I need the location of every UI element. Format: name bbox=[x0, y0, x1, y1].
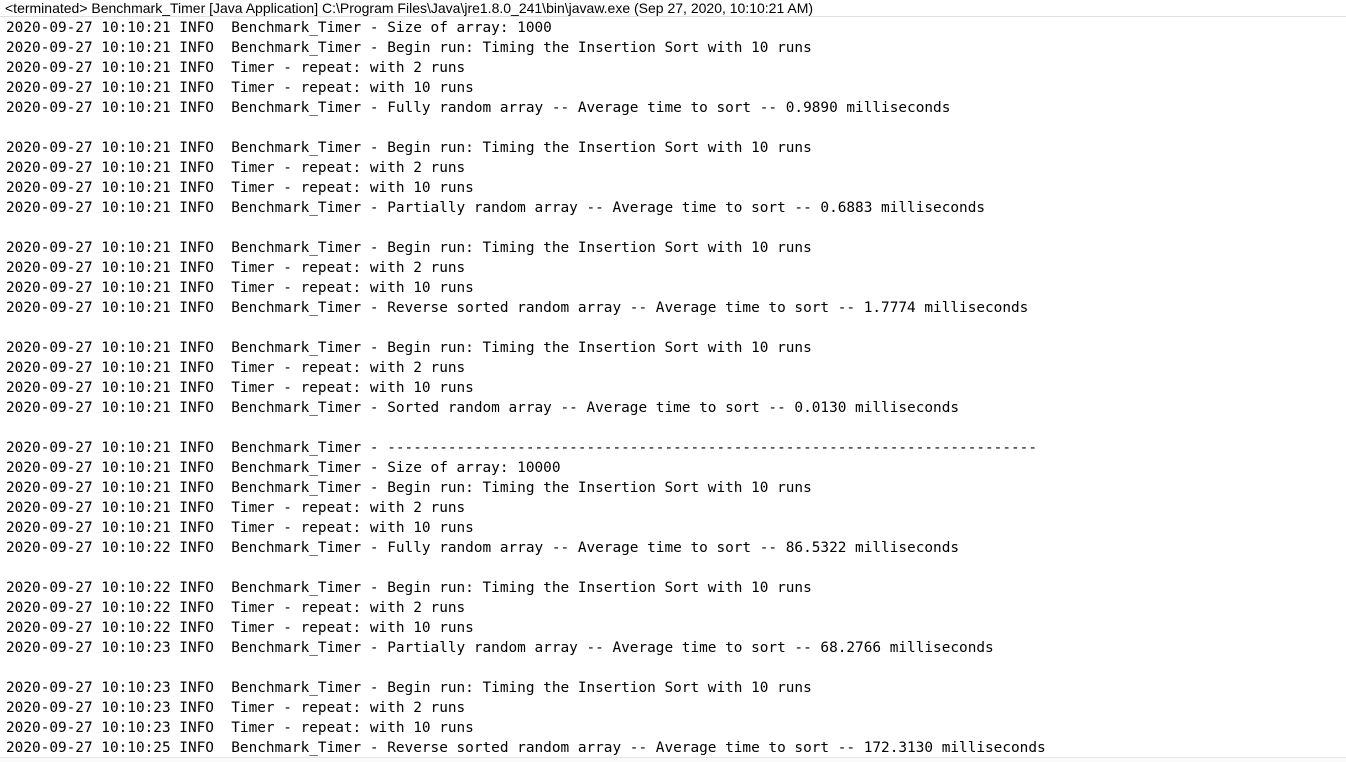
console-line: 2020-09-27 10:10:23 INFO Benchmark_Timer… bbox=[6, 680, 812, 696]
horizontal-scrollbar[interactable] bbox=[0, 757, 1346, 762]
console-line: 2020-09-27 10:10:21 INFO Timer - repeat:… bbox=[6, 500, 466, 516]
console-line: 2020-09-27 10:10:25 INFO Benchmark_Timer… bbox=[6, 740, 1046, 756]
console-line: 2020-09-27 10:10:21 INFO Timer - repeat:… bbox=[6, 180, 474, 196]
console-line: 2020-09-27 10:10:21 INFO Timer - repeat:… bbox=[6, 280, 474, 296]
console-line: 2020-09-27 10:10:21 INFO Timer - repeat:… bbox=[6, 60, 466, 76]
console-line: 2020-09-27 10:10:21 INFO Benchmark_Timer… bbox=[6, 40, 812, 56]
console-line: 2020-09-27 10:10:21 INFO Benchmark_Timer… bbox=[6, 20, 552, 36]
console-line: 2020-09-27 10:10:21 INFO Benchmark_Timer… bbox=[6, 300, 1029, 316]
console-line: 2020-09-27 10:10:22 INFO Benchmark_Timer… bbox=[6, 580, 812, 596]
console-line: 2020-09-27 10:10:21 INFO Timer - repeat:… bbox=[6, 80, 474, 96]
console-line: 2020-09-27 10:10:22 INFO Timer - repeat:… bbox=[6, 600, 466, 616]
console-line: 2020-09-27 10:10:21 INFO Timer - repeat:… bbox=[6, 520, 474, 536]
console-line: 2020-09-27 10:10:21 INFO Benchmark_Timer… bbox=[6, 140, 812, 156]
console-line: 2020-09-27 10:10:21 INFO Benchmark_Timer… bbox=[6, 340, 812, 356]
console-line: 2020-09-27 10:10:21 INFO Timer - repeat:… bbox=[6, 360, 466, 376]
console-line: 2020-09-27 10:10:21 INFO Benchmark_Timer… bbox=[6, 480, 812, 496]
console-line: 2020-09-27 10:10:22 INFO Benchmark_Timer… bbox=[6, 540, 960, 556]
console-line: 2020-09-27 10:10:23 INFO Benchmark_Timer… bbox=[6, 640, 994, 656]
console-line: 2020-09-27 10:10:21 INFO Timer - repeat:… bbox=[6, 380, 474, 396]
console-line: 2020-09-27 10:10:21 INFO Benchmark_Timer… bbox=[6, 240, 812, 256]
console-title: <terminated> Benchmark_Timer [Java Appli… bbox=[5, 0, 814, 16]
console-line: 2020-09-27 10:10:21 INFO Timer - repeat:… bbox=[6, 260, 466, 276]
console-line: 2020-09-27 10:10:21 INFO Benchmark_Timer… bbox=[6, 440, 1038, 456]
console-line: 2020-09-27 10:10:21 INFO Timer - repeat:… bbox=[6, 160, 466, 176]
console-output[interactable]: 2020-09-27 10:10:21 INFO Benchmark_Timer… bbox=[0, 18, 1346, 758]
console-line: 2020-09-27 10:10:23 INFO Timer - repeat:… bbox=[6, 720, 474, 736]
console-header: <terminated> Benchmark_Timer [Java Appli… bbox=[0, 0, 1346, 17]
console-line: 2020-09-27 10:10:21 INFO Benchmark_Timer… bbox=[6, 200, 986, 216]
console-line: 2020-09-27 10:10:21 INFO Benchmark_Timer… bbox=[6, 460, 561, 476]
console-line: 2020-09-27 10:10:23 INFO Timer - repeat:… bbox=[6, 700, 466, 716]
console-line: 2020-09-27 10:10:22 INFO Timer - repeat:… bbox=[6, 620, 474, 636]
console-line: 2020-09-27 10:10:21 INFO Benchmark_Timer… bbox=[6, 400, 960, 416]
console-line: 2020-09-27 10:10:21 INFO Benchmark_Timer… bbox=[6, 100, 951, 116]
